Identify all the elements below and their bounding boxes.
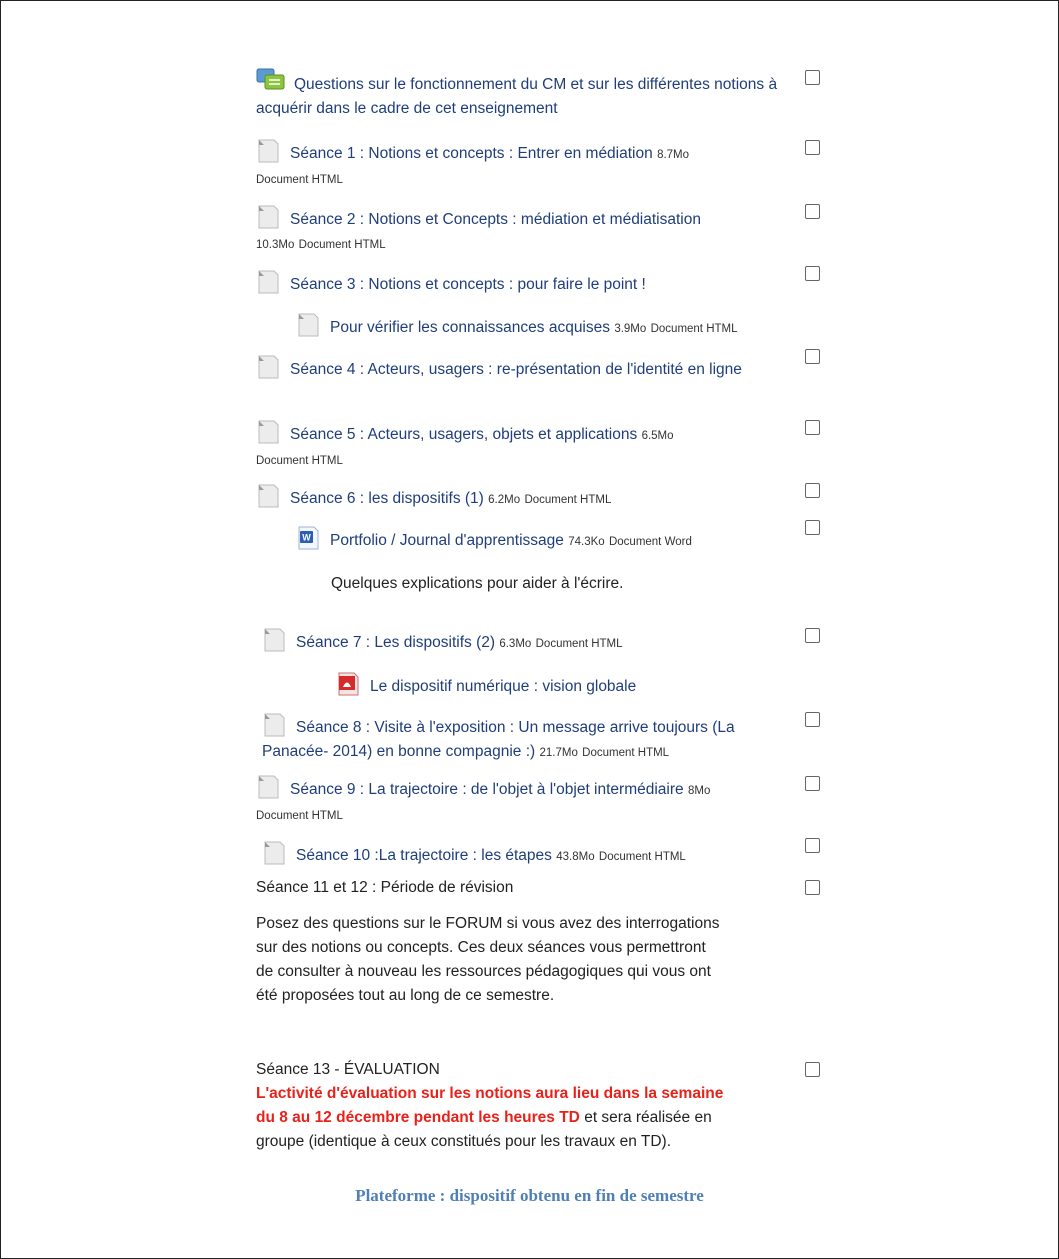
completion-checkbox[interactable]: [805, 628, 820, 643]
completion-checkbox[interactable]: [805, 266, 820, 281]
completion-checkbox[interactable]: [805, 204, 820, 219]
completion-checkbox[interactable]: [805, 140, 820, 155]
completion-checkbox[interactable]: [805, 776, 820, 791]
file-icon: [256, 270, 280, 294]
resource-item[interactable]: Pour vérifier les connaissances acquises…: [296, 313, 816, 341]
completion-checkbox[interactable]: [805, 349, 820, 364]
resource-item[interactable]: Séance 8 : Visite à l'exposition : Un me…: [262, 713, 797, 765]
completion-checkbox[interactable]: [805, 712, 820, 727]
completion-checkbox[interactable]: [805, 420, 820, 435]
completion-checkbox[interactable]: [805, 1062, 820, 1077]
resource-link[interactable]: Portfolio / Journal d'apprentissage: [330, 532, 564, 549]
forum-item[interactable]: Questions sur le fonctionnement du CM et…: [256, 68, 801, 121]
file-icon: [256, 775, 280, 799]
file-icon: [256, 484, 280, 508]
resource-item[interactable]: Séance 7 : Les dispositifs (2) 6.3Mo Doc…: [262, 628, 807, 656]
resource-link[interactable]: Séance 4 : Acteurs, usagers : re-présent…: [290, 361, 742, 378]
svg-text:W: W: [302, 533, 311, 543]
resource-item[interactable]: Séance 4 : Acteurs, usagers : re-présent…: [256, 355, 801, 382]
file-icon: [262, 841, 286, 865]
resource-link[interactable]: Pour vérifier les connaissances acquises: [330, 319, 610, 336]
file-icon: [256, 139, 280, 163]
resource-item[interactable]: W Portfolio / Journal d'apprentissage 74.…: [296, 526, 796, 554]
resource-link[interactable]: Séance 2 : Notions et Concepts : médiati…: [290, 211, 701, 228]
seance-13-section: Séance 13 - ÉVALUATION L'activité d'éval…: [256, 1058, 726, 1154]
forum-icon: [256, 68, 286, 94]
completion-checkbox[interactable]: [805, 520, 820, 535]
completion-checkbox[interactable]: [805, 483, 820, 498]
seance-11-title: Séance 11 et 12 : Période de révision: [256, 879, 514, 896]
resource-link[interactable]: Séance 10 :La trajectoire : les étapes: [296, 847, 552, 864]
resource-link[interactable]: Le dispositif numérique : vision globale: [370, 678, 636, 695]
resource-item[interactable]: Le dispositif numérique : vision globale: [336, 672, 786, 699]
forum-link[interactable]: Questions sur le fonctionnement du CM et…: [256, 76, 777, 117]
resource-item[interactable]: Séance 10 :La trajectoire : les étapes 4…: [262, 841, 807, 869]
completion-checkbox[interactable]: [805, 838, 820, 853]
resource-item[interactable]: Séance 9 : La trajectoire : de l'objet à…: [256, 775, 801, 828]
figure-caption: Plateforme : dispositif obtenu en fin de…: [355, 1186, 704, 1205]
resource-link[interactable]: Séance 7 : Les dispositifs (2): [296, 634, 495, 651]
file-icon: [256, 205, 280, 229]
file-icon: [262, 628, 286, 652]
file-icon: [256, 420, 280, 444]
seance-13-text: L'activité d'évaluation sur les notions …: [256, 1082, 726, 1154]
resource-link[interactable]: Séance 5 : Acteurs, usagers, objets et a…: [290, 426, 637, 443]
resource-item[interactable]: Séance 6 : les dispositifs (1) 6.2Mo Doc…: [256, 484, 801, 512]
resource-item[interactable]: Séance 1 : Notions et concepts : Entrer …: [256, 139, 801, 192]
resource-item[interactable]: Séance 5 : Acteurs, usagers, objets et a…: [256, 420, 801, 473]
file-icon: [256, 355, 280, 379]
pdf-icon: [336, 672, 360, 696]
completion-checkbox[interactable]: [805, 880, 820, 895]
portfolio-note: Quelques explications pour aider à l'écr…: [331, 575, 624, 592]
resource-link[interactable]: Séance 1 : Notions et concepts : Entrer …: [290, 145, 653, 162]
seance-11-text: Posez des questions sur le FORUM si vous…: [256, 915, 720, 1004]
resource-item[interactable]: Séance 3 : Notions et concepts : pour fa…: [256, 270, 801, 297]
completion-checkbox[interactable]: [805, 70, 820, 85]
resource-link[interactable]: Séance 3 : Notions et concepts : pour fa…: [290, 276, 646, 293]
resource-link[interactable]: Séance 9 : La trajectoire : de l'objet à…: [290, 781, 684, 798]
word-document-icon: W: [296, 526, 320, 550]
resource-link[interactable]: Séance 6 : les dispositifs (1): [290, 490, 484, 507]
resource-item[interactable]: Séance 2 : Notions et Concepts : médiati…: [256, 205, 801, 257]
file-icon: [262, 713, 286, 737]
seance-13-title: Séance 13 - ÉVALUATION: [256, 1061, 440, 1078]
file-icon: [296, 313, 320, 337]
